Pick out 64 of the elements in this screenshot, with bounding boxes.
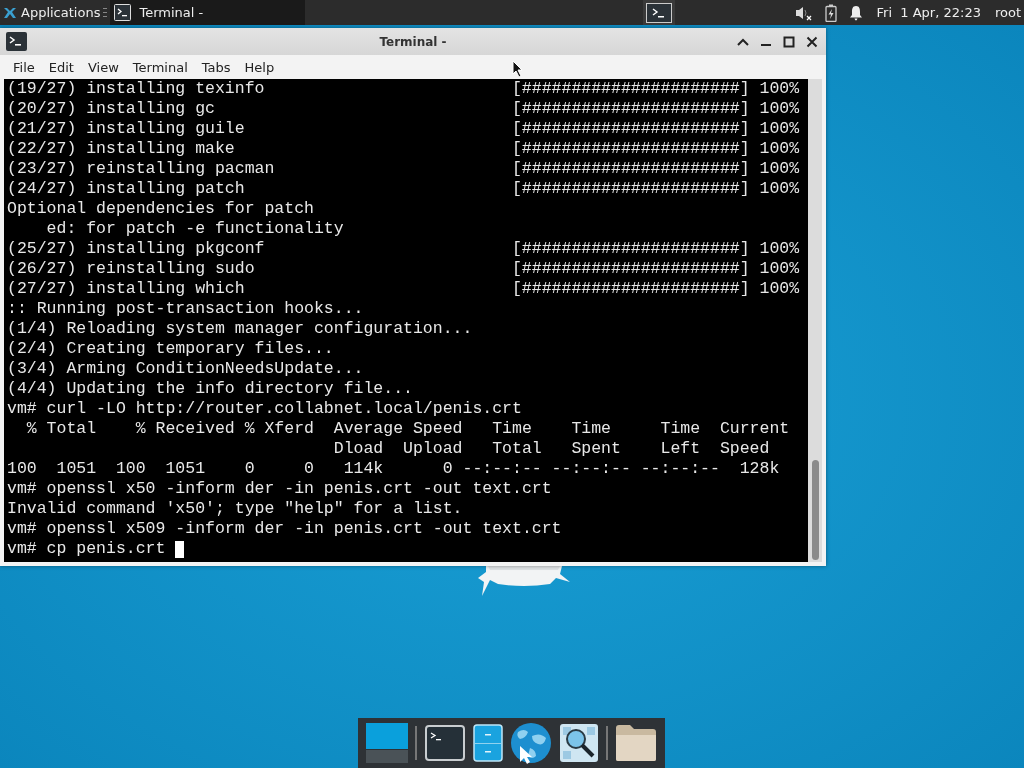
scrollbar[interactable] bbox=[808, 79, 822, 562]
applications-menu[interactable]: Applications bbox=[0, 0, 104, 25]
menu-item[interactable]: File bbox=[6, 59, 42, 75]
terminal-line: :: Running post-transaction hooks... bbox=[7, 299, 364, 319]
progress-text: [######################] 100% bbox=[511, 179, 800, 199]
terminal-line: vm# cp penis.crt bbox=[7, 539, 167, 559]
workspace-switcher[interactable] bbox=[642, 0, 675, 25]
search-icon[interactable] bbox=[559, 724, 598, 762]
volume-muted-icon[interactable] bbox=[794, 4, 813, 21]
progress-text: [######################] 100% bbox=[511, 279, 800, 299]
terminal-icon[interactable] bbox=[425, 725, 466, 761]
window-title: Terminal - bbox=[379, 34, 447, 49]
menu-item[interactable]: Tabs bbox=[194, 59, 238, 75]
terminal-line: (2/4) Creating temporary files... bbox=[7, 339, 334, 359]
terminal-line: 100 1051 100 1051 0 0 114k 0 --:--:-- --:--:-- --:--:-- 128k bbox=[7, 459, 780, 479]
file-cabinet-icon[interactable] bbox=[472, 724, 503, 762]
terminal-line: (1/4) Reloading system manager configuration... bbox=[7, 319, 473, 339]
progress-text: [######################] 100% bbox=[511, 79, 800, 99]
battery-charging-icon[interactable] bbox=[824, 3, 837, 22]
terminal-line: vm# curl -LO http://router.collabnet.local/penis.crt bbox=[7, 399, 522, 419]
terminal-line: (4/4) Updating the info directory file... bbox=[7, 379, 413, 399]
close-icon[interactable] bbox=[806, 35, 818, 48]
terminal-line: (19/27) installing texinfo bbox=[7, 79, 265, 99]
menu-item[interactable]: View bbox=[80, 59, 126, 75]
bell-icon[interactable] bbox=[848, 4, 863, 21]
workspace-preview-icon[interactable] bbox=[365, 723, 408, 763]
taskbar-button[interactable]: Terminal - bbox=[110, 0, 306, 25]
terminal-line: Optional dependencies for patch bbox=[7, 199, 314, 219]
terminal-line: ed: for patch -e functionality bbox=[45, 219, 344, 239]
progress-text: [######################] 100% bbox=[511, 119, 800, 139]
progress-text: [######################] 100% bbox=[511, 259, 800, 279]
terminal-icon bbox=[6, 32, 27, 51]
terminal-icon bbox=[645, 2, 672, 23]
terminal-line: Dload Upload Total Spent Left Speed bbox=[332, 439, 770, 459]
menu-item[interactable]: Help bbox=[237, 59, 282, 75]
terminal-line: (20/27) installing gc bbox=[7, 99, 215, 119]
terminal-line: (25/27) installing pkgconf bbox=[7, 239, 265, 259]
terminal-line: (22/27) installing make bbox=[7, 139, 235, 159]
clock[interactable]: Fri 1 Apr, 22:23 bbox=[876, 5, 981, 20]
shade-icon[interactable] bbox=[737, 36, 749, 47]
terminal-line: (23/27) reinstalling pacman bbox=[7, 159, 275, 179]
terminal-line: (27/27) installing which bbox=[7, 279, 245, 299]
scrollbar-thumb[interactable] bbox=[811, 460, 819, 560]
folder-icon[interactable] bbox=[615, 724, 658, 762]
terminal-line: Invalid command 'x50'; type "help" for a list. bbox=[7, 499, 463, 519]
terminal-line: vm# openssl x50 -inform der -in penis.crt -out text.crt bbox=[7, 479, 552, 499]
globe-icon[interactable] bbox=[510, 722, 553, 764]
progress-text: [######################] 100% bbox=[511, 159, 800, 179]
menu-item[interactable]: Edit bbox=[41, 59, 81, 75]
terminal-line: (26/27) reinstalling sudo bbox=[7, 259, 255, 279]
progress-text: [######################] 100% bbox=[511, 99, 800, 119]
progress-text: [######################] 100% bbox=[511, 139, 800, 159]
panel-handle-icon bbox=[103, 6, 108, 19]
user-name[interactable]: root bbox=[994, 5, 1021, 20]
menu-item[interactable]: Terminal bbox=[125, 59, 195, 75]
terminal-line: (3/4) Arming ConditionNeedsUpdate... bbox=[7, 359, 364, 379]
terminal-line: vm# openssl x509 -inform der -in penis.crt -out text.crt bbox=[7, 519, 562, 539]
terminal-line: % Total % Received % Xferd Average Speed Time Time Time Current bbox=[25, 419, 790, 439]
mouse-pointer-icon bbox=[512, 60, 524, 78]
maximize-icon[interactable] bbox=[783, 35, 795, 48]
terminal-line: (24/27) installing patch bbox=[7, 179, 245, 199]
progress-text: [######################] 100% bbox=[511, 239, 800, 259]
terminal-icon bbox=[114, 4, 132, 21]
terminal-line: (21/27) installing guile bbox=[7, 119, 245, 139]
